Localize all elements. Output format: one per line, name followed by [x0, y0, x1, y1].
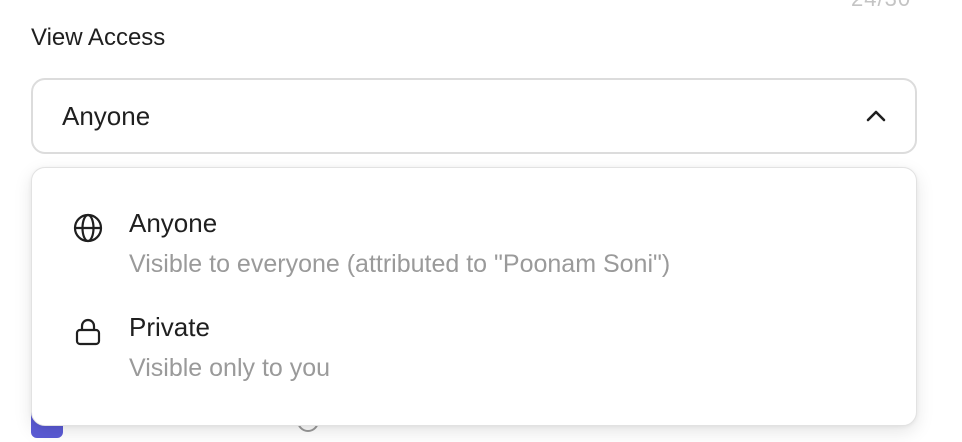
view-access-dropdown: Anyone Visible to everyone (attributed t… [31, 167, 917, 426]
globe-icon [72, 212, 104, 244]
option-private[interactable]: Private Visible only to you [32, 298, 916, 402]
chevron-up-icon[interactable] [863, 103, 889, 129]
view-access-label: View Access [31, 24, 166, 51]
lock-icon [72, 316, 104, 348]
option-title: Private [129, 312, 210, 342]
view-access-page: 24/30 View Access Anyone Live web access… [0, 0, 962, 442]
view-access-select[interactable]: Anyone [31, 78, 917, 154]
character-counter: 24/30 [851, 0, 911, 12]
selected-value: Anyone [62, 100, 151, 131]
option-description: Visible only to you [129, 354, 331, 382]
option-title: Anyone [129, 208, 218, 238]
option-anyone[interactable]: Anyone Visible to everyone (attributed t… [32, 194, 916, 298]
option-description: Visible to everyone (attributed to "Poon… [129, 250, 671, 278]
